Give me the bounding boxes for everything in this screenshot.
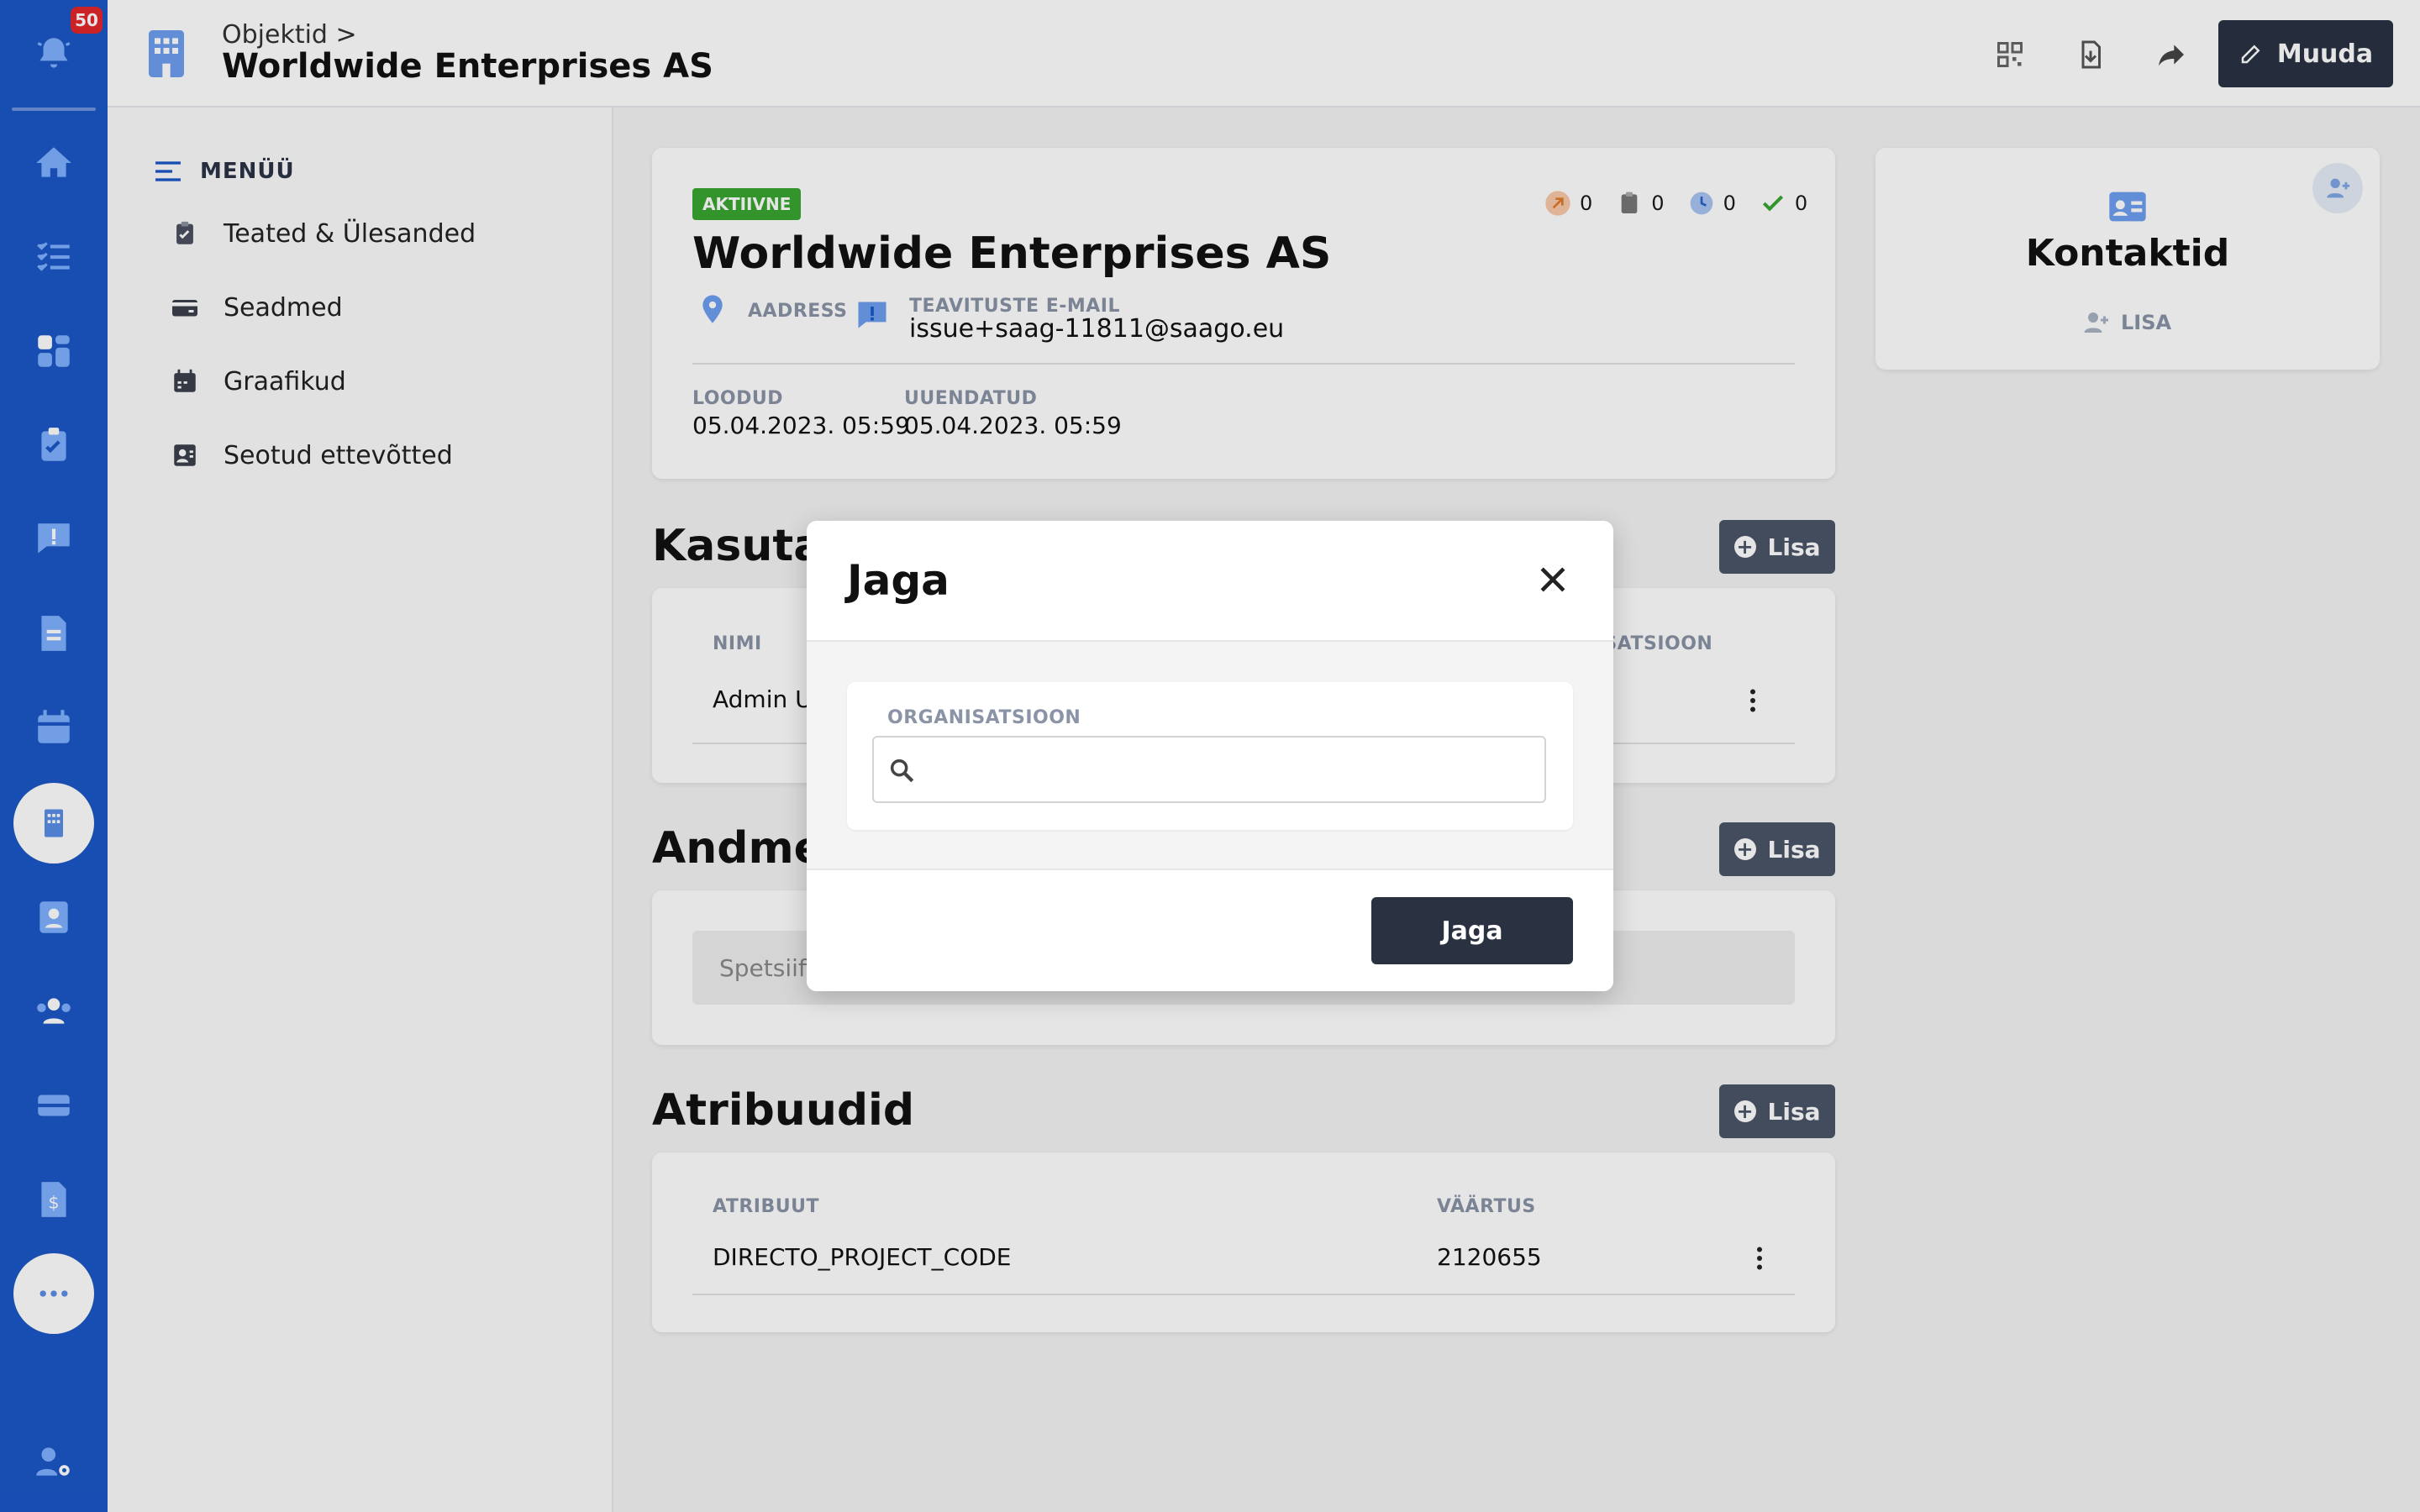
dialog-footer: Jaga	[807, 869, 1613, 991]
close-icon[interactable]	[1534, 561, 1571, 598]
organization-label: ORGANISATSIOON	[887, 707, 1081, 728]
dialog-title: Jaga	[847, 556, 950, 605]
dialog-header: Jaga	[807, 521, 1613, 642]
organization-field-card: ORGANISATSIOON	[847, 682, 1573, 830]
search-icon	[890, 759, 914, 783]
share-submit-button[interactable]: Jaga	[1371, 897, 1573, 964]
share-dialog: Jaga ORGANISATSIOON Jaga	[807, 521, 1613, 991]
organization-search-input[interactable]	[872, 736, 1546, 803]
